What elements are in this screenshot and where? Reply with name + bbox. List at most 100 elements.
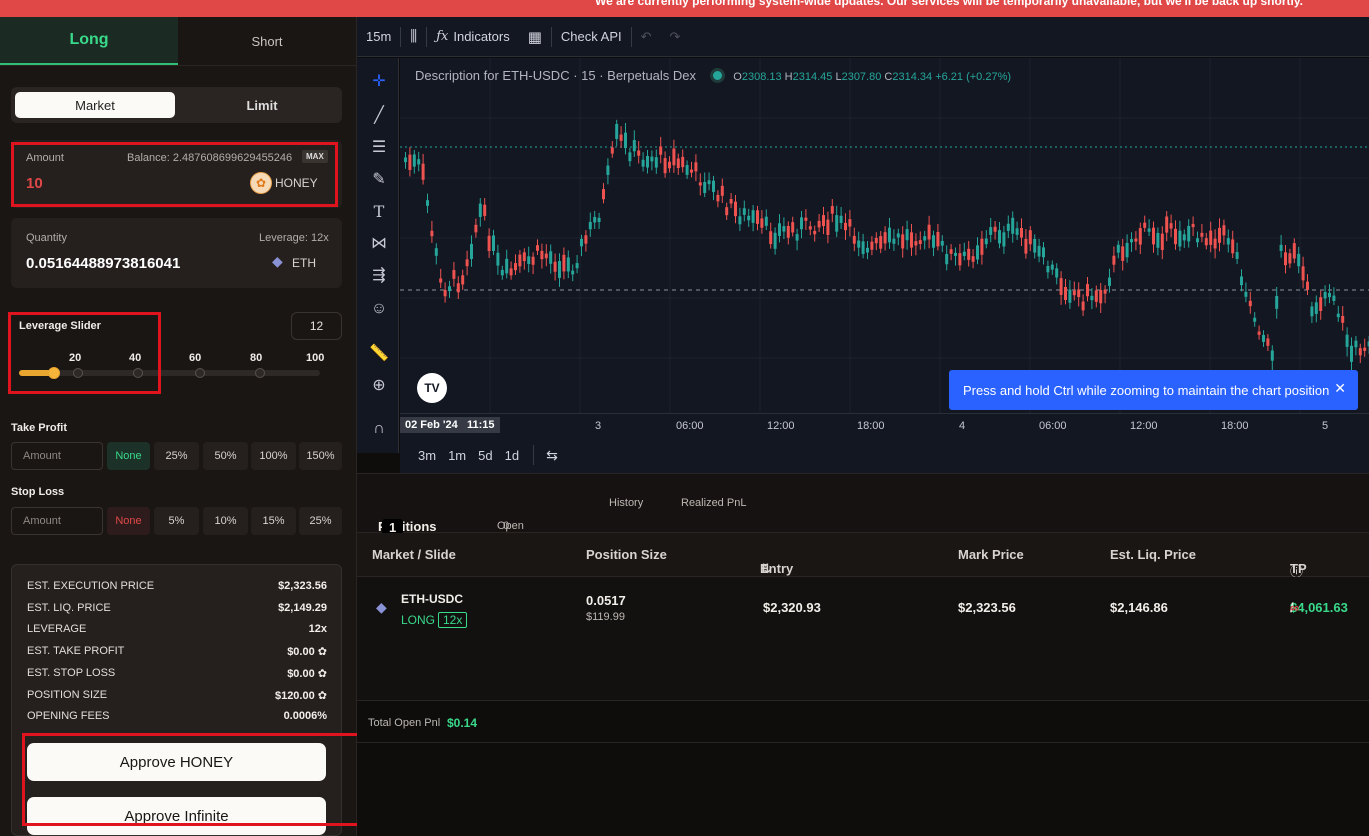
side-tabs: Long Short bbox=[0, 17, 356, 66]
leverage-readout: Leverage: 12x bbox=[259, 232, 329, 244]
tab-short[interactable]: Short bbox=[178, 17, 356, 65]
timeframe-button[interactable]: 1m bbox=[444, 448, 470, 463]
sl-option[interactable]: None bbox=[107, 507, 150, 535]
time-tick: 5 bbox=[1322, 420, 1329, 432]
timeframe-button[interactable]: 1d bbox=[501, 448, 523, 463]
time-tick: 18:00 bbox=[857, 420, 885, 432]
check-api-button[interactable]: Check API bbox=[552, 29, 631, 44]
leverage-stop[interactable] bbox=[195, 368, 205, 378]
col-market: Market / Slide bbox=[372, 547, 456, 562]
tab-history[interactable]: History bbox=[609, 497, 643, 509]
emoji-icon[interactable]: ☺ bbox=[368, 298, 390, 320]
tab-open-orders[interactable]: Open Orders 0 bbox=[497, 497, 531, 544]
forecast-icon[interactable]: ⇶ bbox=[368, 264, 390, 286]
horizontal-lines-icon[interactable]: ☰ bbox=[368, 136, 390, 158]
total-pnl-label: Total Open Pnl bbox=[368, 717, 441, 729]
brush-icon[interactable]: ✎ bbox=[368, 168, 390, 190]
tab-long[interactable]: Long bbox=[0, 17, 178, 65]
summary-key: POSITION SIZE bbox=[27, 688, 108, 701]
price-chart[interactable]: Description for ETH-USDC · 15 · Berpetua… bbox=[400, 58, 1369, 413]
fx-icon: ƒx bbox=[436, 29, 449, 44]
redo-icon[interactable]: ↷ bbox=[661, 29, 690, 45]
position-leverage-badge: 12x bbox=[438, 612, 468, 628]
ohlc-l: 2307.80 bbox=[841, 71, 882, 83]
positions-header: Market / Slide Position Size Entry Price… bbox=[357, 533, 1369, 606]
summary-value: $0.00 ✿ bbox=[287, 667, 327, 680]
amount-value[interactable]: 10 bbox=[26, 175, 43, 192]
quantity-box: Quantity Leverage: 12x 0.051644889738160… bbox=[11, 218, 342, 288]
leverage-stop[interactable] bbox=[73, 368, 83, 378]
position-side: LONG bbox=[401, 613, 436, 627]
take-profit-input[interactable]: Amount bbox=[11, 442, 103, 470]
indicators-label: Indicators bbox=[453, 29, 510, 44]
tp-option[interactable]: 100% bbox=[251, 442, 296, 470]
summary-value: $2,149.29 bbox=[278, 601, 327, 614]
leverage-stop[interactable] bbox=[255, 368, 265, 378]
timeframe-button[interactable]: 5d bbox=[474, 448, 496, 463]
total-pnl-value: $0.14 bbox=[447, 716, 478, 730]
crosshair-icon[interactable]: ✛ bbox=[368, 70, 390, 92]
col-liq: Est. Liq. Price bbox=[1110, 547, 1196, 562]
layouts-icon[interactable]: ▦ bbox=[519, 28, 551, 46]
leverage-input[interactable]: 12 bbox=[291, 312, 342, 340]
summary-row: POSITION SIZE $120.00 ✿ bbox=[27, 689, 327, 702]
table-row[interactable]: ◆ ETH-USDC LONG 12x 0.0517 $119.99 $2,32… bbox=[357, 577, 1369, 701]
summary-row: EST. EXECUTION PRICE $2,323.56 bbox=[27, 580, 327, 592]
tp-option[interactable]: None bbox=[107, 442, 150, 470]
ohlc-o: 2308.13 bbox=[741, 71, 782, 83]
position-mark: $2,323.56 bbox=[958, 600, 1016, 615]
col-mark: Mark Price bbox=[958, 547, 1024, 562]
sl-option[interactable]: 25% bbox=[299, 507, 342, 535]
date-range-icon[interactable]: ⇆ bbox=[546, 447, 558, 464]
tp-option[interactable]: 50% bbox=[203, 442, 248, 470]
amount-token: HONEY bbox=[275, 176, 318, 190]
sl-option[interactable]: 10% bbox=[203, 507, 248, 535]
close-icon[interactable]: ✕ bbox=[1334, 380, 1346, 397]
position-size: 0.0517 bbox=[586, 593, 626, 608]
max-button[interactable]: MAX bbox=[302, 150, 328, 163]
text-icon[interactable]: T bbox=[368, 200, 390, 222]
summary-key: OPENING FEES bbox=[27, 710, 110, 723]
tp-option[interactable]: 25% bbox=[154, 442, 199, 470]
leverage-tick-label: 80 bbox=[250, 352, 263, 364]
time-tick: 12:00 bbox=[767, 420, 795, 432]
leverage-thumb[interactable] bbox=[48, 367, 61, 379]
approve-honey-button[interactable]: Approve HONEY bbox=[27, 743, 326, 781]
quantity-label: Quantity bbox=[26, 232, 67, 244]
timeframe-button[interactable]: 3m bbox=[414, 448, 440, 463]
ruler-icon[interactable]: 📏 bbox=[368, 342, 390, 364]
magnet-icon[interactable]: ∩ bbox=[368, 418, 390, 440]
pattern-icon[interactable]: ⋈ bbox=[368, 232, 390, 254]
candles-icon[interactable]: ⫼ bbox=[401, 28, 426, 45]
positions-tabs: Positions 1 Open Orders 0 History Realiz… bbox=[357, 473, 1369, 544]
toast-text: Press and hold Ctrl while zooming to mai… bbox=[963, 382, 1330, 398]
leverage-track[interactable] bbox=[19, 367, 320, 379]
tab-realized-pnl[interactable]: Realized PnL bbox=[681, 497, 746, 509]
ohlc-h: 2314.45 bbox=[792, 71, 833, 83]
undo-icon[interactable]: ↶ bbox=[632, 29, 661, 45]
stop-loss-input[interactable]: Amount bbox=[11, 507, 103, 535]
ohlc-change: +6.21 (+0.27%) bbox=[935, 71, 1012, 83]
order-type-limit[interactable]: Limit bbox=[187, 92, 337, 118]
zoom-hint-toast: Press and hold Ctrl while zooming to mai… bbox=[949, 370, 1358, 410]
order-panel: Long Short Market Limit Amount Balance: … bbox=[0, 17, 361, 836]
order-type-toggle: Market Limit bbox=[11, 87, 342, 123]
position-size-usd: $119.99 bbox=[586, 611, 625, 623]
interval-button[interactable]: 15m bbox=[357, 29, 400, 44]
summary-value: $0.00 ✿ bbox=[287, 646, 327, 659]
balance-label: Balance: 2.487608699629455246 bbox=[127, 152, 293, 164]
summary-value: $2,323.56 bbox=[278, 580, 327, 592]
chart-toolbar: 15m ⫼ ƒx Indicators ▦ Check API ↶ ↷ bbox=[357, 17, 1369, 57]
sl-option[interactable]: 5% bbox=[154, 507, 199, 535]
order-type-market[interactable]: Market bbox=[15, 92, 175, 118]
tp-option[interactable]: 150% bbox=[299, 442, 342, 470]
amount-box[interactable]: Amount Balance: 2.487608699629455246 MAX… bbox=[11, 140, 342, 208]
tradingview-logo-icon[interactable]: TV bbox=[417, 373, 447, 403]
trend-line-icon[interactable]: ╱ bbox=[368, 104, 390, 126]
approve-infinite-button[interactable]: Approve Infinite bbox=[27, 797, 326, 835]
indicators-button[interactable]: ƒx Indicators bbox=[427, 29, 519, 44]
sl-option[interactable]: 15% bbox=[251, 507, 296, 535]
leverage-stop[interactable] bbox=[133, 368, 143, 378]
leverage-tick-label: 40 bbox=[129, 352, 142, 364]
zoom-in-icon[interactable]: ⊕ bbox=[368, 374, 390, 396]
